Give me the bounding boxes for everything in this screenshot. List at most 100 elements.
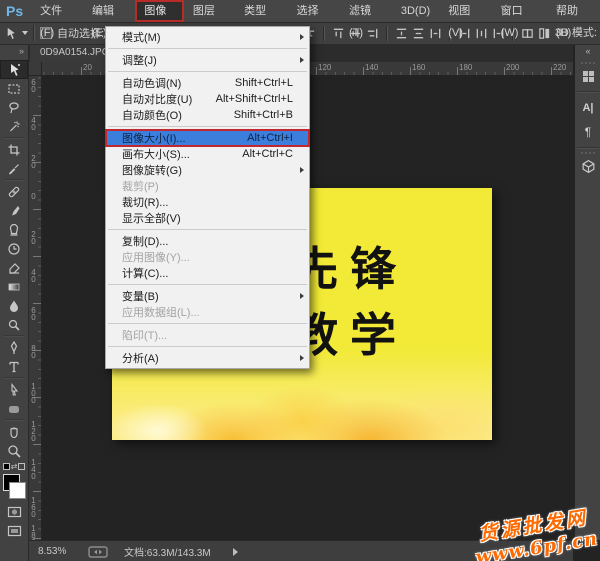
menu-select[interactable]: 选择(S)	[288, 0, 340, 22]
ruler-label: 120	[29, 420, 38, 441]
distribute-vcenter-icon[interactable]	[411, 26, 426, 41]
menu-item-mode[interactable]: 模式(M)	[106, 29, 309, 45]
screen-mode-button[interactable]	[0, 521, 28, 540]
auto-align-layers-icon[interactable]	[520, 26, 535, 41]
submenu-arrow-icon	[300, 57, 304, 63]
ruler-label: 60	[29, 306, 38, 320]
lasso-tool[interactable]	[0, 98, 28, 117]
menu-item-adjustments[interactable]: 调整(J)	[106, 52, 309, 68]
tool-divider	[4, 137, 24, 139]
ruler-label: 0	[29, 192, 38, 199]
menu-item-auto-color[interactable]: 自动颜色(O)Shift+Ctrl+B	[106, 107, 309, 123]
menu-item-auto-contrast[interactable]: 自动对比度(U)Alt+Shift+Ctrl+L	[106, 91, 309, 107]
watermark: 货源批发网 www.6pf.cn	[470, 502, 599, 561]
image-menu-dropdown: 模式(M) 调整(J) 自动色调(N)Shift+Ctrl+L 自动对比度(U)…	[105, 26, 310, 369]
eraser-tool[interactable]	[0, 258, 28, 277]
collapse-panel-icon[interactable]: »	[0, 44, 28, 60]
photoshop-window: Ps 文件(F) 编辑(E) 图像(I) 图层(L) 类型(Y) 选择(S) 滤…	[0, 0, 600, 561]
menu-item-calculations[interactable]: 计算(C)...	[106, 265, 309, 281]
menu-item-apply-data-set: 应用数据组(L)...	[106, 304, 309, 320]
submenu-arrow-icon	[300, 34, 304, 40]
move-tool[interactable]	[0, 60, 28, 79]
preset-dropdown-icon[interactable]	[22, 31, 28, 35]
menu-separator	[108, 71, 307, 72]
expand-panels-icon[interactable]: «	[575, 44, 600, 60]
menu-image[interactable]: 图像(I)	[135, 0, 183, 22]
menu-type[interactable]: 类型(Y)	[235, 0, 287, 22]
rectangular-marquee-tool[interactable]	[0, 79, 28, 98]
ruler-label: 180	[459, 63, 472, 72]
document-size-info: 文档:63.3M/143.3M	[124, 544, 211, 559]
menu-item-image-size[interactable]: 图像大小(I)...Alt+Ctrl+I	[106, 130, 309, 146]
gradient-tool[interactable]	[0, 277, 28, 296]
submenu-arrow-icon	[300, 293, 304, 299]
menu-window[interactable]: 窗口(W)	[492, 0, 547, 22]
ruler-label: 160	[29, 496, 38, 517]
ruler-label: 200	[506, 63, 519, 72]
status-options-arrow-icon[interactable]	[233, 548, 238, 556]
dock-divider	[577, 147, 599, 149]
hand-tool[interactable]	[0, 422, 28, 441]
menu-item-variables[interactable]: 变量(B)	[106, 288, 309, 304]
vertical-ruler[interactable]: 60 40 20 0 20 40 60 80 100 120 140 160 1…	[28, 62, 42, 540]
menu-item-canvas-size[interactable]: 画布大小(S)...Alt+Ctrl+C	[106, 146, 309, 162]
menu-item-image-rotation[interactable]: 图像旋转(G)	[106, 162, 309, 178]
preview-icon[interactable]	[88, 546, 108, 558]
pen-tool[interactable]	[0, 338, 28, 357]
clone-stamp-tool[interactable]	[0, 220, 28, 239]
ps-logo: Ps	[0, 3, 31, 19]
zoom-level-field[interactable]: 8.53%	[38, 546, 74, 557]
tools-panel: » ⇄	[0, 44, 29, 561]
menu-filter[interactable]: 滤镜(T)	[340, 0, 392, 22]
ruler-corner	[28, 62, 42, 76]
character-panel-icon[interactable]: A|	[575, 96, 600, 120]
options-divider	[33, 25, 35, 41]
ruler-label: 160	[412, 63, 425, 72]
background-color-swatch[interactable]	[9, 482, 26, 499]
distribute-bottom-icon[interactable]	[428, 26, 443, 41]
quick-mask-button[interactable]	[0, 502, 28, 521]
crop-tool[interactable]	[0, 140, 28, 159]
ruler-label: 80	[29, 344, 38, 358]
swatch-grid-icon	[583, 71, 594, 82]
type-tool[interactable]	[0, 357, 28, 376]
path-selection-tool[interactable]	[0, 380, 28, 399]
history-brush-tool[interactable]	[0, 239, 28, 258]
dodge-tool[interactable]	[0, 315, 28, 334]
align-top-icon[interactable]	[331, 26, 346, 41]
threed-panel-icon[interactable]	[575, 154, 600, 178]
ruler-label: 40	[29, 116, 38, 130]
swatches-panel-icon[interactable]	[575, 64, 600, 88]
swap-colors-icon[interactable]: ⇄	[0, 460, 28, 472]
menu-item-trim[interactable]: 裁切(R)...	[106, 194, 309, 210]
menu-layer[interactable]: 图层(L)	[184, 0, 235, 22]
distribute-top-icon[interactable]	[394, 26, 409, 41]
align-bottom-icon[interactable]	[365, 26, 380, 41]
menu-separator	[108, 126, 307, 127]
menu-file[interactable]: 文件(F)	[31, 0, 83, 22]
eyedropper-tool[interactable]	[0, 159, 28, 178]
brush-tool[interactable]	[0, 201, 28, 220]
blur-tool[interactable]	[0, 296, 28, 315]
ruler-label: 20	[29, 154, 38, 168]
ruler-label: 120	[318, 63, 331, 72]
menu-3d[interactable]: 3D(D)	[392, 0, 439, 22]
menu-separator	[108, 346, 307, 347]
menu-item-reveal-all[interactable]: 显示全部(V)	[106, 210, 309, 226]
menu-help[interactable]: 帮助(H)	[547, 0, 600, 22]
zoom-tool[interactable]	[0, 441, 28, 460]
menu-item-auto-tone[interactable]: 自动色调(N)Shift+Ctrl+L	[106, 75, 309, 91]
color-swatches	[0, 472, 28, 502]
spot-healing-brush-tool[interactable]	[0, 182, 28, 201]
distribute-hcenter-icon[interactable]	[474, 26, 489, 41]
magic-wand-tool[interactable]	[0, 117, 28, 136]
shape-tool[interactable]	[0, 399, 28, 418]
menu-view[interactable]: 视图(V)	[439, 0, 491, 22]
paragraph-panel-icon[interactable]: ¶	[575, 120, 600, 144]
menu-item-analysis[interactable]: 分析(A)	[106, 350, 309, 366]
submenu-arrow-icon	[300, 355, 304, 361]
move-tool-preset-icon[interactable]	[4, 27, 17, 40]
auto-align-layers2-icon[interactable]	[537, 26, 552, 41]
menu-edit[interactable]: 编辑(E)	[83, 0, 135, 22]
menu-item-duplicate[interactable]: 复制(D)...	[106, 233, 309, 249]
